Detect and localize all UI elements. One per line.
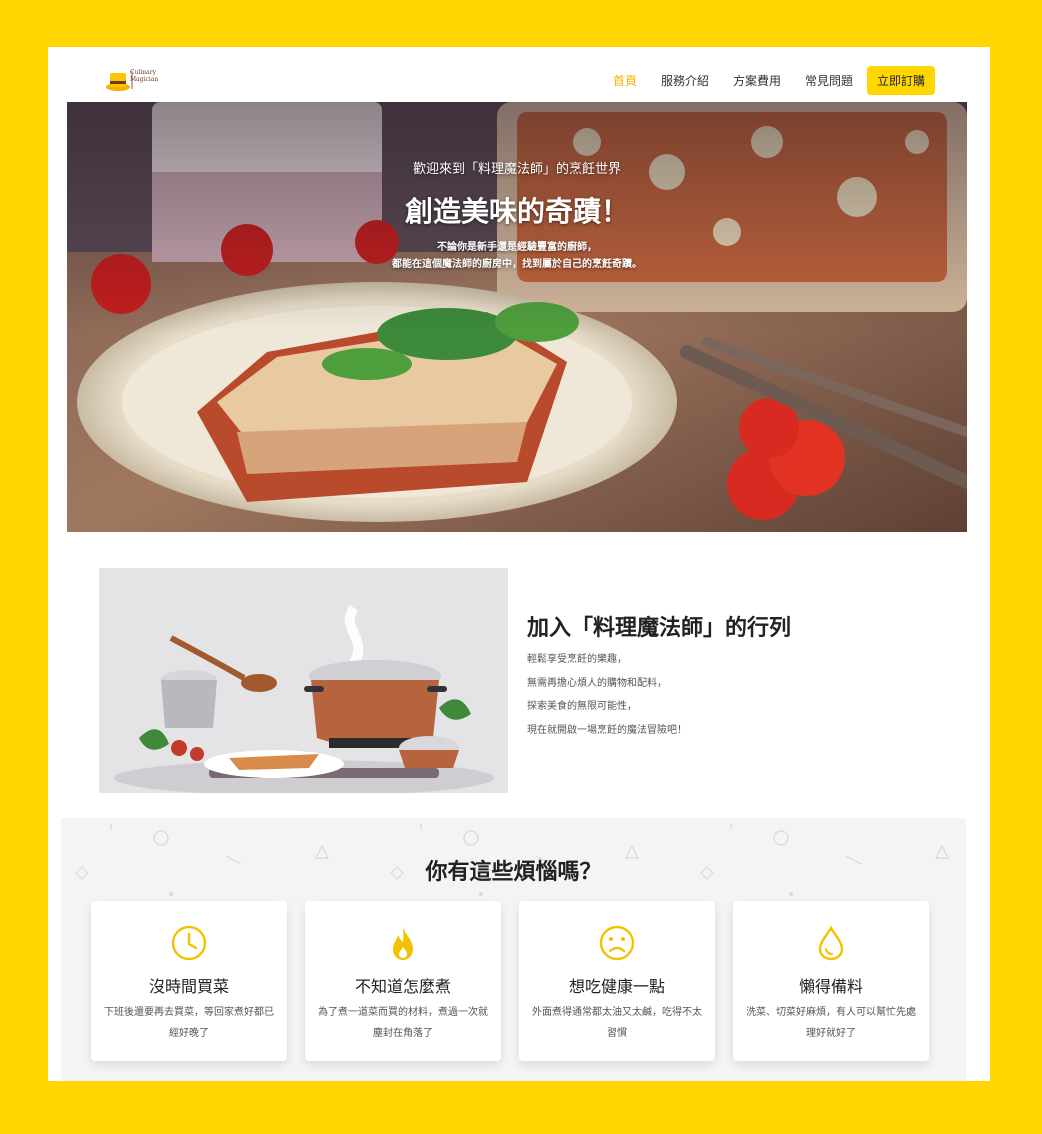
join-line-4: 現在就開啟一場烹飪的魔法冒險吧！ bbox=[527, 724, 687, 736]
worry-card-title: 想吃健康一點 bbox=[568, 977, 665, 996]
hero-banner: 歡迎來到「料理魔法師」的烹飪世界 創造美味的奇蹟！ 不論你是新手還是經驗豐富的廚… bbox=[67, 102, 967, 532]
worry-card-title: 懶得備料 bbox=[798, 977, 863, 996]
join-line-3: 探索美食的無限可能性， bbox=[527, 701, 637, 712]
worries-section: 你有這些煩惱嗎？ 沒時間買菜 下班後還要再去買菜，等回家煮好都已經好晚了 不知道… bbox=[61, 818, 966, 1081]
worry-card-eat-healthy: 想吃健康一點 外面煮得通常都太油又太鹹，吃得不太習慣 bbox=[519, 901, 715, 1061]
order-now-button[interactable]: 立即訂購 bbox=[866, 66, 935, 95]
worry-card-no-time: 沒時間買菜 下班後還要再去買菜，等回家煮好都已經好晚了 bbox=[91, 901, 287, 1061]
navbar: Culinary Magician 首頁 服務介紹 方案費用 常見問題 立即訂購 bbox=[48, 47, 990, 102]
nav-link-services[interactable]: 服務介紹 bbox=[661, 72, 709, 89]
nav-link-pricing[interactable]: 方案費用 bbox=[733, 72, 781, 89]
nav-links: 首頁 服務介紹 方案費用 常見問題 立即訂購 bbox=[589, 66, 935, 95]
join-line-1: 輕鬆享受烹飪的樂趣， bbox=[527, 654, 627, 665]
hero-subtitle: 歡迎來到「料理魔法師」的烹飪世界 bbox=[412, 162, 621, 177]
worry-card-lazy-prep: 懶得備料 洗菜、切菜好麻煩，有人可以幫忙先處理好就好了 bbox=[733, 901, 929, 1061]
worry-card-desc: 為了煮一道菜而買的材料，煮過一次就塵封在角落了 bbox=[318, 1007, 488, 1039]
droplet-icon bbox=[818, 925, 844, 961]
hero-title: 創造美味的奇蹟！ bbox=[404, 195, 629, 228]
worry-card-desc: 外面煮得通常都太油又太鹹，吃得不太習慣 bbox=[532, 1007, 702, 1039]
hero-desc-line-1: 不論你是新手還是經驗豐富的廚師， bbox=[437, 242, 597, 253]
worry-card-title: 沒時間買菜 bbox=[148, 977, 229, 996]
fire-icon bbox=[393, 927, 413, 960]
hero-desc-line-2: 都能在這個魔法師的廚房中，找到屬於自己的烹飪奇蹟。 bbox=[392, 259, 642, 270]
join-title: 加入「料理魔法師」的行列 bbox=[527, 616, 792, 641]
worries-title: 你有這些煩惱嗎？ bbox=[425, 860, 602, 885]
nav-link-faq[interactable]: 常見問題 bbox=[805, 72, 853, 89]
cooking-illustration bbox=[99, 568, 508, 793]
hero-description: 不論你是新手還是經驗豐富的廚師， 都能在這個魔法師的廚房中，找到屬於自己的烹飪奇… bbox=[67, 239, 967, 273]
nav-link-home[interactable]: 首頁 bbox=[613, 72, 637, 89]
join-line-2: 無需再擔心煩人的購物和配料， bbox=[527, 677, 667, 689]
worry-card-desc: 下班後還要再去買菜，等回家煮好都已經好晚了 bbox=[104, 1007, 274, 1039]
worry-card-desc: 洗菜、切菜好麻煩，有人可以幫忙先處理好就好了 bbox=[746, 1007, 916, 1039]
sad-face-icon bbox=[599, 925, 635, 961]
clock-icon bbox=[171, 925, 207, 961]
page: Culinary Magician 首頁 服務介紹 方案費用 常見問題 立即訂購 bbox=[48, 47, 990, 1081]
logo-text: Culinary Magician bbox=[130, 69, 159, 83]
worry-card-title: 不知道怎麼煮 bbox=[354, 977, 451, 996]
worry-card-dont-know-cook: 不知道怎麼煮 為了煮一道菜而買的材料，煮過一次就塵封在角落了 bbox=[305, 901, 501, 1061]
join-description: 輕鬆享受烹飪的樂趣， 無需再擔心煩人的購物和配料， 探索美食的無限可能性， 現在… bbox=[527, 648, 687, 742]
